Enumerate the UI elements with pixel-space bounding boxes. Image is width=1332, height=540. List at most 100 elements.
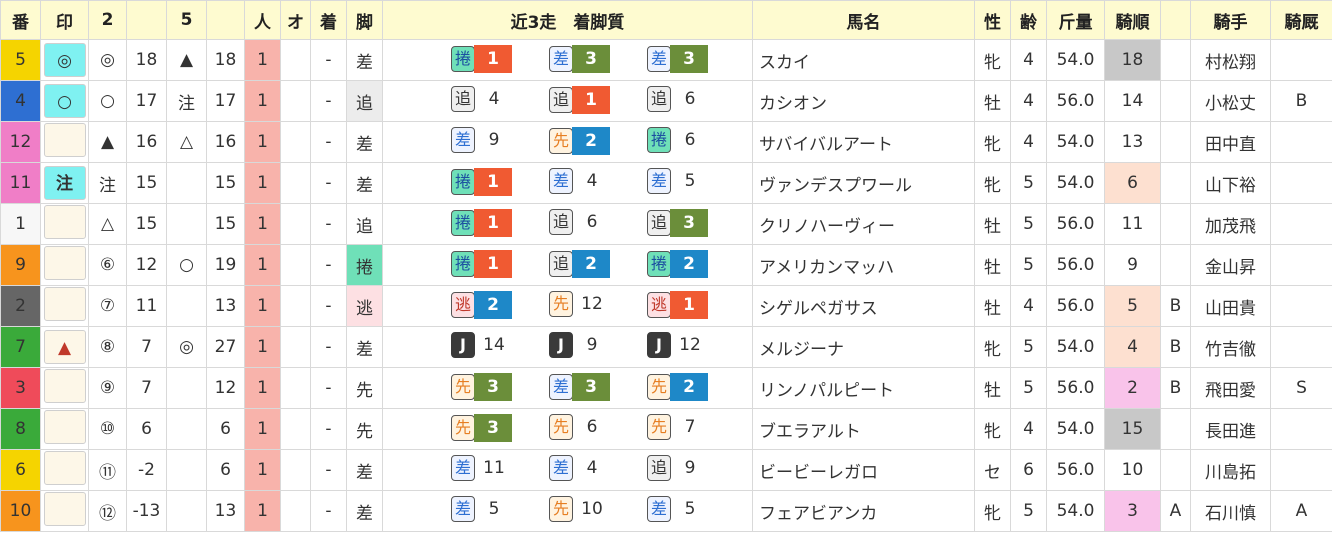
recent-run-2[interactable]: 差3: [549, 373, 647, 403]
recent-run-1[interactable]: 差5: [451, 496, 549, 526]
recent-run-2[interactable]: 差4: [549, 455, 647, 485]
horse-name[interactable]: ヴァンデスプワール: [752, 162, 975, 204]
horse-name[interactable]: リンノパルピート: [752, 367, 975, 409]
header-recent-runs[interactable]: 近3走 着脚質: [382, 0, 753, 40]
mark-cell[interactable]: [40, 244, 89, 286]
mark-select[interactable]: [43, 450, 86, 485]
header-weight[interactable]: 斤量: [1046, 0, 1105, 40]
header-ninki[interactable]: 人: [244, 0, 281, 40]
recent-run-1[interactable]: 捲1: [451, 45, 549, 75]
jockey-name[interactable]: 山下裕: [1190, 162, 1271, 204]
header-sex[interactable]: 性: [974, 0, 1011, 40]
header-horse-name[interactable]: 馬名: [752, 0, 975, 40]
jockey-name[interactable]: 石川慎: [1190, 490, 1271, 532]
recent-run-1[interactable]: 捲1: [451, 209, 549, 239]
table-row[interactable]: 7 ▲ ⑧ 7 ◎ 27 1 - 差 J 14 J 9 J 12 メルジーナ 牝 5 54…: [0, 326, 1332, 368]
jockey-name[interactable]: 長田進: [1190, 408, 1271, 450]
mark-cell[interactable]: [40, 408, 89, 450]
header-col5[interactable]: 5: [166, 0, 207, 40]
mark-select[interactable]: [43, 368, 86, 403]
recent-run-1[interactable]: 追4: [451, 86, 549, 116]
recent-run-3[interactable]: 差5: [647, 496, 727, 526]
header-col2[interactable]: 2: [88, 0, 127, 40]
table-row[interactable]: 1 △ 15 15 1 - 追 捲1追6追3 クリノハーヴィー 牡 5 56.0…: [0, 203, 1332, 245]
jockey-name[interactable]: 村松翔: [1190, 39, 1271, 81]
recent-run-1[interactable]: 捲1: [451, 168, 549, 198]
horse-name[interactable]: サバイバルアート: [752, 121, 975, 163]
jockey-name[interactable]: 加茂飛: [1190, 203, 1271, 245]
header-ban[interactable]: 番: [0, 0, 41, 40]
mark-select[interactable]: ◎: [43, 43, 86, 77]
header-jockey-stable[interactable]: 騎厩: [1270, 0, 1332, 40]
recent-run-1[interactable]: 逃2: [451, 291, 549, 321]
table-row[interactable]: 12 ▲ 16 △ 16 1 - 差 差9先2捲6 サバイバルアート 牝 4 5…: [0, 121, 1332, 163]
recent-run-2[interactable]: 先6: [549, 414, 647, 444]
recent-run-2[interactable]: J9: [549, 332, 647, 362]
recent-run-2[interactable]: 追6: [549, 209, 647, 239]
header-shirushi[interactable]: 印: [40, 0, 89, 40]
table-row[interactable]: 8 ⑩ 6 6 1 - 先 先3先6先7 ブエラアルト 牝 4 54.0 15 …: [0, 408, 1332, 450]
table-row[interactable]: 11 注 注 15 15 1 - 差 捲1差4差5 ヴァンデスプワール 牝 5 …: [0, 162, 1332, 204]
jockey-name[interactable]: 飛田愛: [1190, 367, 1271, 409]
recent-run-2[interactable]: 先 10: [549, 496, 647, 526]
recent-run-2[interactable]: 差4: [549, 168, 647, 198]
header-jockey-rank[interactable]: 騎順: [1104, 0, 1161, 40]
table-row[interactable]: 9 ⑥ 12 ○ 19 1 - 捲 捲1追2捲2 アメリカンマッハ 牡 5 56…: [0, 244, 1332, 286]
recent-run-3[interactable]: 捲6: [647, 127, 727, 157]
mark-cell[interactable]: ◎: [40, 39, 89, 81]
recent-run-1[interactable]: 差 11: [451, 455, 549, 485]
mark-select[interactable]: ○: [43, 84, 86, 118]
jockey-name[interactable]: 竹吉徹: [1190, 326, 1271, 368]
header-age[interactable]: 齢: [1010, 0, 1047, 40]
mark-cell[interactable]: 注: [40, 162, 89, 204]
jockey-name[interactable]: 川島拓: [1190, 449, 1271, 491]
recent-run-3[interactable]: J 12: [647, 332, 727, 362]
table-row[interactable]: 4 ○ ○ 17 注 17 1 - 追 追4追1追6 カシオン 牡 4 56.0…: [0, 80, 1332, 122]
recent-run-2[interactable]: 追1: [549, 86, 647, 116]
mark-select[interactable]: [43, 491, 86, 526]
horse-name[interactable]: ビービーレガロ: [752, 449, 975, 491]
table-row[interactable]: 5 ◎ ◎ 18 ▲ 18 1 - 差 捲1差3差3 スカイ 牝 4 54.0 …: [0, 39, 1332, 81]
recent-run-3[interactable]: 逃1: [647, 291, 727, 321]
mark-select[interactable]: [43, 122, 86, 157]
mark-select[interactable]: ▲: [43, 330, 86, 364]
recent-run-3[interactable]: 追6: [647, 86, 727, 116]
recent-run-3[interactable]: 追3: [647, 209, 727, 239]
horse-name[interactable]: スカイ: [752, 39, 975, 81]
mark-cell[interactable]: [40, 449, 89, 491]
recent-run-3[interactable]: 差5: [647, 168, 727, 198]
jockey-name[interactable]: 金山昇: [1190, 244, 1271, 286]
mark-select[interactable]: [43, 245, 86, 280]
horse-name[interactable]: クリノハーヴィー: [752, 203, 975, 245]
table-row[interactable]: 10 ⑫ -13 13 1 - 差 差 5 先 10 差 5 フェアビアンカ 牝 5 54…: [0, 490, 1332, 532]
mark-cell[interactable]: ▲: [40, 326, 89, 368]
mark-select[interactable]: [43, 286, 86, 321]
recent-run-3[interactable]: 捲2: [647, 250, 727, 280]
header-jockey[interactable]: 騎手: [1190, 0, 1271, 40]
header-chaku[interactable]: 着: [310, 0, 347, 40]
mark-cell[interactable]: [40, 285, 89, 327]
table-row[interactable]: 6 ⑪ -2 6 1 - 差 差 11 差 4 追 9 ビービーレガロ セ 6 56.0 …: [0, 449, 1332, 491]
recent-run-3[interactable]: 追9: [647, 455, 727, 485]
recent-run-1[interactable]: 差9: [451, 127, 549, 157]
recent-run-2[interactable]: 先 12: [549, 291, 647, 321]
header-ashi[interactable]: 脚: [346, 0, 383, 40]
horse-name[interactable]: ブエラアルト: [752, 408, 975, 450]
table-row[interactable]: 3 ⑨ 7 12 1 - 先 先3差3先2 リンノパルピート 牡 5 56.0 …: [0, 367, 1332, 409]
horse-name[interactable]: カシオン: [752, 80, 975, 122]
mark-select[interactable]: 注: [43, 166, 86, 200]
header-o[interactable]: オ: [280, 0, 311, 40]
jockey-name[interactable]: 山田貴: [1190, 285, 1271, 327]
recent-run-3[interactable]: 先7: [647, 414, 727, 444]
recent-run-1[interactable]: 捲1: [451, 250, 549, 280]
mark-select[interactable]: [43, 409, 86, 444]
mark-cell[interactable]: [40, 121, 89, 163]
horse-name[interactable]: フェアビアンカ: [752, 490, 975, 532]
recent-run-2[interactable]: 追2: [549, 250, 647, 280]
recent-run-1[interactable]: 先3: [451, 414, 549, 444]
table-row[interactable]: 2 ⑦ 11 13 1 - 逃 逃 2 先 12 逃 1 シゲルペガサス 牡 4 56.0…: [0, 285, 1332, 327]
mark-cell[interactable]: ○: [40, 80, 89, 122]
mark-select[interactable]: [43, 204, 86, 239]
jockey-name[interactable]: 小松丈: [1190, 80, 1271, 122]
mark-cell[interactable]: [40, 367, 89, 409]
